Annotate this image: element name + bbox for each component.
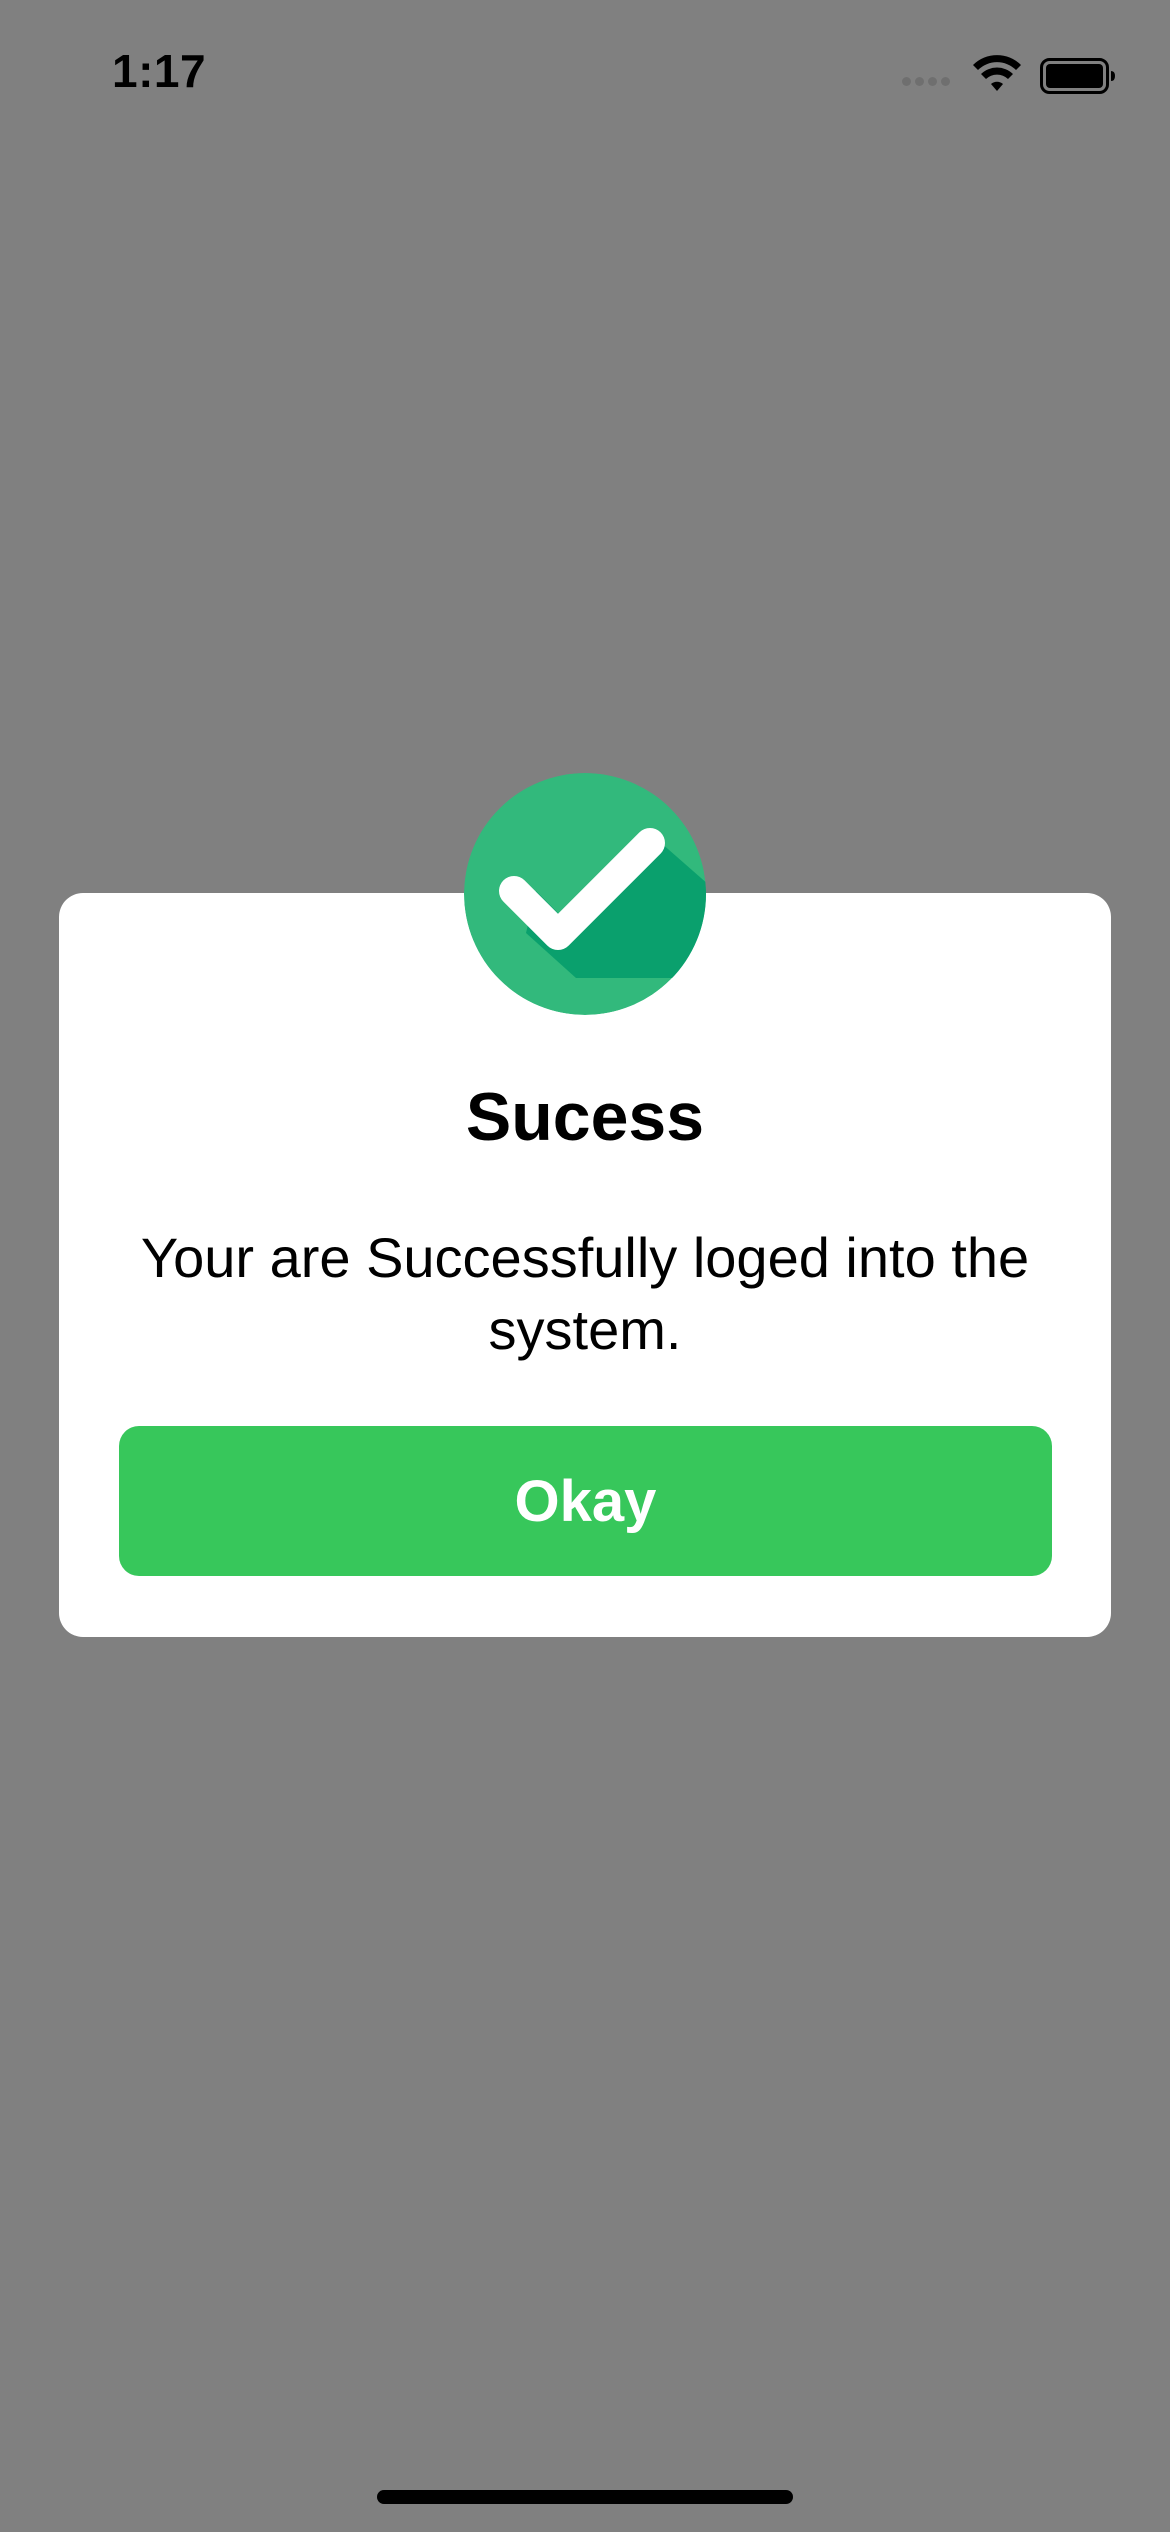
alert-title: Sucess: [465, 1079, 705, 1155]
wifi-icon: [973, 55, 1021, 91]
status-icons: [902, 52, 1116, 100]
home-indicator[interactable]: [377, 2490, 793, 2504]
status-bar: 1:17: [0, 0, 1170, 150]
okay-button[interactable]: Okay: [119, 1426, 1052, 1576]
alert-message: Your are Successfully loged into the sys…: [140, 1226, 1030, 1361]
checkmark-circle-icon: [464, 773, 706, 1015]
battery-icon: [1040, 58, 1115, 94]
cellular-signal-icon: [902, 74, 954, 88]
status-time: 1:17: [112, 45, 207, 97]
